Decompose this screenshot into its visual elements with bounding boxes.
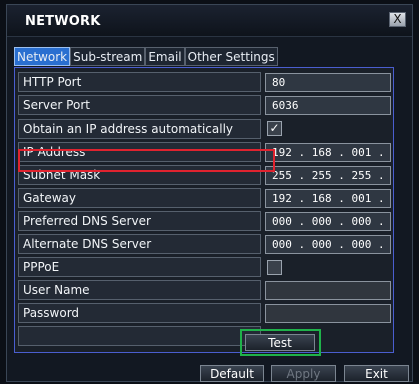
- tab-email[interactable]: Email: [145, 47, 185, 66]
- gateway-field[interactable]: 192 . 168 . 001 . 001: [265, 189, 391, 208]
- close-button[interactable]: X: [389, 12, 406, 27]
- server-port-field[interactable]: 6036: [265, 96, 391, 115]
- close-icon: X: [393, 12, 402, 26]
- http-port-row: HTTP Port: [18, 72, 261, 92]
- apply-button[interactable]: Apply: [271, 365, 336, 382]
- checkmark-icon: ✓: [269, 121, 280, 135]
- gateway-label: Gateway: [23, 191, 77, 205]
- alternate-dns-field[interactable]: 000 . 000 . 000 . 000: [265, 235, 391, 254]
- password-field[interactable]: [265, 304, 391, 323]
- blank-row: [18, 326, 261, 346]
- ip-address-field[interactable]: 192 . 168 . 001 . 100: [265, 143, 391, 162]
- tab-other-settings[interactable]: Other Settings: [184, 47, 278, 66]
- server-port-row: Server Port: [18, 95, 261, 115]
- password-label: Password: [23, 306, 80, 320]
- auto-ip-label: Obtain an IP address automatically: [23, 122, 234, 136]
- pppoe-row: PPPoE: [18, 257, 261, 277]
- auto-ip-highlight-box: [18, 149, 275, 172]
- alternate-dns-label: Alternate DNS Server: [23, 237, 152, 251]
- alternate-dns-row: Alternate DNS Server: [18, 234, 261, 254]
- http-port-field[interactable]: 80: [265, 73, 391, 92]
- password-row: Password: [18, 303, 261, 323]
- exit-button[interactable]: Exit: [344, 365, 409, 382]
- server-port-label: Server Port: [23, 98, 90, 112]
- title-bar: NETWORK X: [7, 5, 412, 37]
- user-name-row: User Name: [18, 280, 261, 300]
- user-name-label: User Name: [23, 283, 90, 297]
- pppoe-checkbox[interactable]: [267, 260, 282, 275]
- tab-sub-stream[interactable]: Sub-stream: [70, 47, 146, 66]
- auto-ip-row: Obtain an IP address automatically: [18, 119, 261, 139]
- network-settings-panel: HTTP Port 80 Server Port 6036 Obtain an …: [14, 67, 394, 353]
- test-highlight-box: [240, 329, 321, 356]
- preferred-dns-row: Preferred DNS Server: [18, 211, 261, 231]
- tab-bar: Network Sub-stream Email Other Settings: [14, 47, 278, 66]
- preferred-dns-field[interactable]: 000 . 000 . 000 . 000: [265, 212, 391, 231]
- gateway-row: Gateway: [18, 188, 261, 208]
- http-port-label: HTTP Port: [23, 75, 82, 89]
- subnet-mask-field[interactable]: 255 . 255 . 255 . 000: [265, 166, 391, 185]
- default-button[interactable]: Default: [200, 365, 264, 382]
- pppoe-label: PPPoE: [23, 260, 60, 274]
- user-name-field[interactable]: [265, 281, 391, 300]
- auto-ip-checkbox[interactable]: ✓: [267, 121, 282, 136]
- dialog-title: NETWORK: [25, 14, 101, 29]
- tab-network[interactable]: Network: [14, 47, 71, 66]
- preferred-dns-label: Preferred DNS Server: [23, 214, 151, 228]
